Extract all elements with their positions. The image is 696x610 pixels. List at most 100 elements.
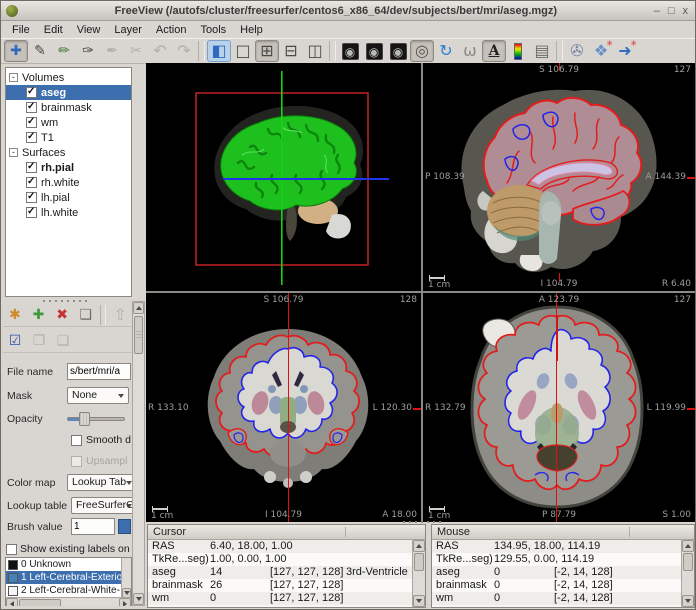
scroll-up-icon[interactable] — [682, 540, 694, 552]
save-volume-icon[interactable]: ❑ — [74, 304, 98, 326]
scroll-down-icon[interactable] — [133, 593, 144, 605]
label-list-item[interactable]: 2 Left-Cerebral-White- — [6, 584, 121, 597]
navigate-icon[interactable]: ✚ — [4, 40, 28, 62]
label-list-hscrollbar[interactable] — [6, 597, 131, 606]
view-3d-icon[interactable]: ◎ — [410, 40, 434, 62]
layer-visibility-checkbox[interactable] — [26, 192, 37, 203]
paste-structure-icon[interactable]: ❏ — [51, 330, 75, 352]
label-list-item[interactable]: 0 Unknown — [6, 558, 121, 571]
sagittal-view-icon[interactable]: ◉ — [338, 40, 362, 62]
opacity-slider-thumb[interactable] — [79, 412, 90, 426]
tree-row[interactable]: rh.white — [6, 175, 131, 190]
minimize-button[interactable]: – — [654, 2, 660, 20]
expander-icon[interactable]: - — [9, 148, 18, 157]
lookup-table-select[interactable]: FreeSurferC — [71, 497, 132, 514]
voxel-edit-icon[interactable]: ✎ — [28, 40, 52, 62]
toggle-panel-icon[interactable]: ◧ — [207, 40, 231, 62]
layer-visibility-checkbox[interactable] — [26, 162, 37, 173]
vscroll-thumb[interactable] — [414, 553, 424, 571]
opacity-slider[interactable] — [67, 412, 125, 426]
goto-point-icon[interactable]: ➜ — [613, 40, 637, 62]
sidebar-vscrollbar[interactable] — [132, 301, 145, 606]
ruler-icon[interactable]: ▤ — [530, 40, 554, 62]
layer-visibility-checkbox[interactable] — [26, 132, 37, 143]
tree-row[interactable]: brainmask — [6, 100, 131, 115]
apply-edits-icon[interactable]: ☑ — [3, 330, 27, 352]
path-tool-icon[interactable]: ✂ — [124, 40, 148, 62]
file-name-input[interactable] — [67, 363, 131, 380]
annotation-icon[interactable]: A — [482, 40, 506, 62]
expander-icon[interactable]: - — [9, 73, 18, 82]
mask-select[interactable]: None — [67, 387, 129, 404]
sagittal-view-panel[interactable]: S 106.79 127 P 108.39 A 144.39 I 104.79 … — [423, 63, 695, 291]
cursor-panel-scrollbar[interactable] — [412, 540, 425, 607]
show-surface-icon[interactable]: ω — [458, 40, 482, 62]
tree-row[interactable]: lh.pial — [6, 190, 131, 205]
screenshot-icon[interactable]: ✇ — [565, 40, 589, 62]
menu-item[interactable]: Edit — [37, 23, 70, 37]
menu-item[interactable]: Layer — [107, 23, 149, 37]
undo-icon[interactable]: ↶ — [148, 40, 172, 62]
info-row: wm 0 [-2, 14, 128] — [432, 592, 681, 605]
scroll-up-icon[interactable] — [413, 540, 425, 552]
layer-visibility-checkbox[interactable] — [26, 102, 37, 113]
reset-view-icon[interactable]: ↻ — [434, 40, 458, 62]
tree-row[interactable]: rh.pial — [6, 160, 131, 175]
smooth-checkbox[interactable] — [71, 435, 82, 446]
close-button[interactable]: x — [683, 2, 689, 20]
scroll-right-icon[interactable] — [119, 598, 131, 606]
toolbar-button-glyph: A — [489, 44, 500, 58]
menu-item[interactable]: Help — [233, 23, 270, 37]
vscroll-thumb[interactable] — [134, 316, 143, 354]
maximize-button[interactable]: □ — [668, 2, 675, 20]
color-map-select[interactable]: Lookup Tab — [67, 474, 132, 491]
layout-1x1-icon[interactable]: □ — [231, 40, 255, 62]
copy-structure-icon[interactable]: ❐ — [27, 330, 51, 352]
tree-row[interactable]: wm — [6, 115, 131, 130]
label-list-vscrollbar[interactable] — [121, 558, 131, 598]
coronal-view-icon[interactable]: ◉ — [362, 40, 386, 62]
tree-row[interactable]: T1 — [6, 130, 131, 145]
tree-row[interactable]: lh.white — [6, 205, 131, 220]
load-volume-icon[interactable]: ✱ — [3, 304, 27, 326]
vscroll-thumb[interactable] — [683, 553, 693, 571]
show-existing-labels-checkbox[interactable] — [6, 544, 17, 555]
axial-view-icon[interactable]: ◉ — [386, 40, 410, 62]
axial-view-panel[interactable]: A 123.79 127 R 132.79 L 119.99 P 87.79 S… — [423, 293, 695, 522]
scroll-down-icon[interactable] — [413, 595, 425, 607]
hscroll-thumb[interactable] — [19, 599, 61, 606]
scroll-down-icon[interactable] — [682, 595, 694, 607]
tree-row[interactable]: aseg — [6, 85, 131, 100]
scroll-up-icon[interactable] — [133, 302, 144, 314]
menu-item[interactable]: Tools — [193, 23, 233, 37]
brush-value-input[interactable] — [71, 518, 115, 535]
layout-2x2-icon[interactable]: ⊞ — [255, 40, 279, 62]
pointset-edit-icon[interactable]: ✑ — [76, 40, 100, 62]
tree-row[interactable]: - Volumes — [6, 70, 131, 85]
roi-edit-icon[interactable]: ✒ — [100, 40, 124, 62]
layer-visibility-checkbox[interactable] — [26, 87, 37, 98]
new-volume-icon[interactable]: ✚ — [27, 304, 51, 326]
recon-edit-icon[interactable]: ✏ — [52, 40, 76, 62]
layer-visibility-checkbox[interactable] — [26, 117, 37, 128]
redo-icon[interactable]: ↷ — [172, 40, 196, 62]
brush-color-button[interactable] — [118, 519, 131, 534]
save-movie-icon[interactable]: ❖ — [589, 40, 613, 62]
menu-item[interactable]: Action — [149, 23, 194, 37]
close-volume-icon[interactable]: ✖ — [50, 304, 74, 326]
tree-row[interactable]: - Surfaces — [6, 145, 131, 160]
menu-item[interactable]: View — [70, 23, 108, 37]
coronal-view-panel[interactable]: S 106.79 128 R 133.10 L 120.30 I 104.79 … — [146, 293, 421, 522]
layer-visibility-checkbox[interactable] — [26, 177, 37, 188]
view-3d-panel[interactable] — [146, 63, 421, 291]
scroll-left-icon[interactable] — [6, 598, 18, 606]
layout-1and3-side-icon[interactable]: ◫ — [303, 40, 327, 62]
colorbar-icon[interactable] — [506, 40, 530, 62]
move-layer-up-icon[interactable]: ⇧ — [108, 304, 132, 326]
layout-1and3-icon[interactable]: ⊟ — [279, 40, 303, 62]
label-list-item[interactable]: 1 Left-Cerebral-Exterio — [6, 571, 121, 584]
menu-item[interactable]: File — [5, 23, 37, 37]
layer-visibility-checkbox[interactable] — [26, 207, 37, 218]
upsample-checkbox[interactable] — [71, 456, 82, 467]
mouse-panel-scrollbar[interactable] — [681, 540, 694, 607]
